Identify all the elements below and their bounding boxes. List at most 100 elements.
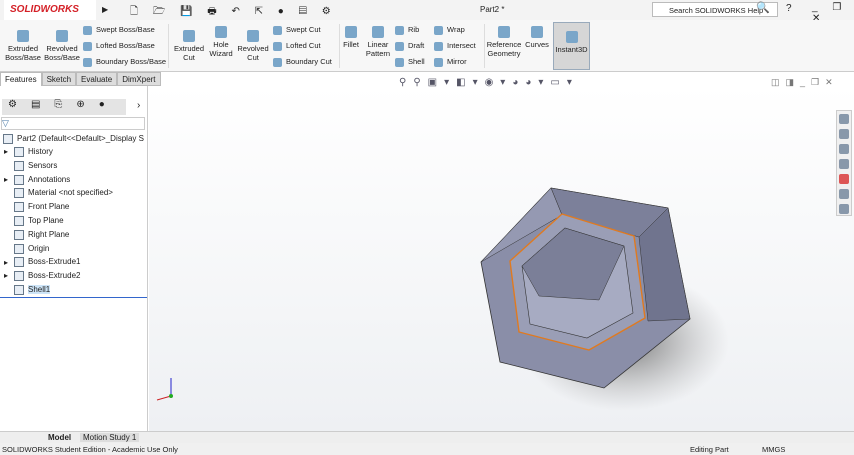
lofted-cut-icon: [273, 41, 282, 51]
expand-arrow[interactable]: ▸: [4, 258, 14, 267]
filter-input[interactable]: ▽: [1, 117, 145, 130]
label: Material <not specified>: [28, 188, 113, 198]
label: History: [28, 147, 53, 157]
tree-item[interactable]: Material <not specified>: [4, 188, 113, 199]
label: Fillet: [343, 40, 359, 49]
hole-wizard-button[interactable]: Hole Wizard: [206, 26, 236, 58]
tab-dimxpert[interactable]: DimXpert: [117, 72, 161, 86]
solidworks-logo[interactable]: SOLIDWORKS: [4, 0, 96, 20]
label: Boundary Boss/Base: [96, 57, 167, 66]
tree-item[interactable]: ▸ Boss-Extrude1: [4, 257, 80, 268]
panel-tabs[interactable]: ⚙▤⎘⊕●: [2, 99, 126, 115]
label: Swept Cut: [286, 25, 321, 34]
feature-icon: [14, 202, 24, 213]
reference-geometry-button[interactable]: Reference Geometry: [486, 26, 522, 58]
curves-button[interactable]: Curves: [524, 26, 550, 49]
label: Right Plane: [28, 229, 70, 239]
3d-model-viewport[interactable]: [149, 86, 854, 431]
bottom-tabs: Model Motion Study 1: [0, 431, 854, 443]
boundary-cut-icon: [273, 57, 282, 67]
extruded-boss-button[interactable]: Extruded Boss/Base: [4, 30, 42, 62]
lofted-cut-button[interactable]: Lofted Cut: [273, 41, 321, 51]
revolved-cut-button[interactable]: Revolved Cut: [236, 30, 270, 62]
label: Lofted Cut: [286, 41, 321, 50]
quick-access-toolbar[interactable]: 🗋 🗁 💾 🖶 ↶ ⇱ ● ▤ ⚙: [130, 4, 337, 21]
feature-icon: [14, 147, 24, 157]
boundary-cut-button[interactable]: Boundary Cut: [273, 57, 332, 67]
shell-button[interactable]: Shell: [395, 57, 425, 67]
linear-pattern-icon: [372, 26, 384, 38]
rollback-bar[interactable]: [0, 297, 147, 298]
label: Revolved Boss/Base: [44, 44, 80, 62]
part-icon: [3, 134, 13, 144]
label: Instant3D: [555, 45, 588, 54]
swept-cut-icon: [273, 25, 282, 35]
feature-icon: [14, 188, 24, 199]
extrude-icon: [17, 30, 29, 42]
mirror-button[interactable]: Mirror: [434, 57, 467, 67]
lofted-boss-button[interactable]: Lofted Boss/Base: [83, 41, 155, 51]
tree-item[interactable]: Right Plane: [4, 229, 70, 240]
units-selector[interactable]: MMGS: [762, 445, 785, 454]
label: Reference Geometry: [486, 40, 522, 58]
expand-arrow[interactable]: ▸: [4, 175, 14, 184]
tree-item[interactable]: ▸ History: [4, 147, 53, 157]
linear-pattern-button[interactable]: Linear Pattern: [363, 26, 393, 58]
tree-item[interactable]: Front Plane: [4, 202, 70, 213]
tab-model[interactable]: Model: [48, 433, 71, 442]
tree-item[interactable]: Sensors: [4, 160, 57, 171]
document-title: Part2 *: [480, 5, 505, 14]
rib-button[interactable]: Rib: [395, 25, 419, 35]
triad-origin: [169, 394, 173, 398]
fillet-button[interactable]: Fillet: [341, 26, 361, 49]
wrap-button[interactable]: Wrap: [434, 25, 465, 35]
draft-button[interactable]: Draft: [395, 41, 424, 51]
tree-item[interactable]: ▸ Annotations: [4, 174, 70, 185]
instant3d-button[interactable]: Instant3D: [553, 22, 590, 70]
tab-sketch[interactable]: Sketch: [41, 72, 77, 86]
divider: [168, 24, 169, 68]
intersect-button[interactable]: Intersect: [434, 41, 476, 51]
feature-icon: [14, 229, 24, 240]
feature-icon: [14, 216, 24, 226]
tree-item[interactable]: Origin: [4, 243, 49, 254]
expand-arrow[interactable]: ▸: [4, 271, 14, 280]
reference-geometry-icon: [498, 26, 510, 38]
wrap-icon: [434, 25, 443, 35]
help-button[interactable]: ?: [786, 3, 792, 14]
tab-features[interactable]: Features: [0, 72, 42, 86]
label: Front Plane: [28, 202, 70, 212]
tree-root-part2[interactable]: Part2 (Default<<Default>_Display S: [3, 134, 144, 144]
feature-icon: [14, 160, 24, 171]
filter-icon: ▽: [2, 118, 9, 128]
swept-cut-button[interactable]: Swept Cut: [273, 25, 321, 35]
extruded-cut-button[interactable]: Extruded Cut: [172, 30, 206, 62]
command-tabs: Features Sketch Evaluate DimXpert: [0, 72, 161, 86]
tab-motion-study-1[interactable]: Motion Study 1: [80, 433, 140, 442]
status-mode: Editing Part: [690, 445, 729, 454]
expand-menu-arrow[interactable]: ▶: [102, 5, 108, 14]
tab-evaluate[interactable]: Evaluate: [76, 72, 118, 86]
revolved-boss-button[interactable]: Revolved Boss/Base: [44, 30, 80, 62]
shell-icon: [395, 57, 404, 67]
label: Swept Boss/Base: [96, 25, 155, 34]
search-icon[interactable]: 🔍: [756, 1, 770, 14]
panel-next-arrow[interactable]: ›: [137, 100, 140, 111]
search-placeholder: Search SOLIDWORKS Help: [669, 6, 764, 15]
triad-x-axis: [156, 395, 172, 401]
tree-item[interactable]: Top Plane: [4, 216, 64, 226]
label: Extruded Cut: [173, 44, 205, 62]
tree-item[interactable]: ▸ Boss-Extrude2: [4, 271, 80, 282]
loft-icon: [83, 41, 92, 51]
tree-item[interactable]: Shell1: [4, 285, 51, 295]
graphics-area[interactable]: ⚲⚲▣▾◧▾◉▾◕◕▾▭▾ ◫◨_❐✕: [149, 77, 854, 431]
label: Part2 (Default<<Default>_Display S: [17, 134, 144, 144]
curves-icon: [531, 26, 543, 38]
swept-boss-button[interactable]: Swept Boss/Base: [83, 25, 155, 35]
boundary-boss-button[interactable]: Boundary Boss/Base: [83, 57, 166, 67]
label: Shell1: [28, 285, 51, 295]
command-manager: Extruded Boss/Base Revolved Boss/Base Sw…: [0, 20, 854, 72]
expand-arrow[interactable]: ▸: [4, 147, 14, 156]
label: Hole Wizard: [209, 40, 233, 58]
label: Draft: [408, 41, 425, 50]
